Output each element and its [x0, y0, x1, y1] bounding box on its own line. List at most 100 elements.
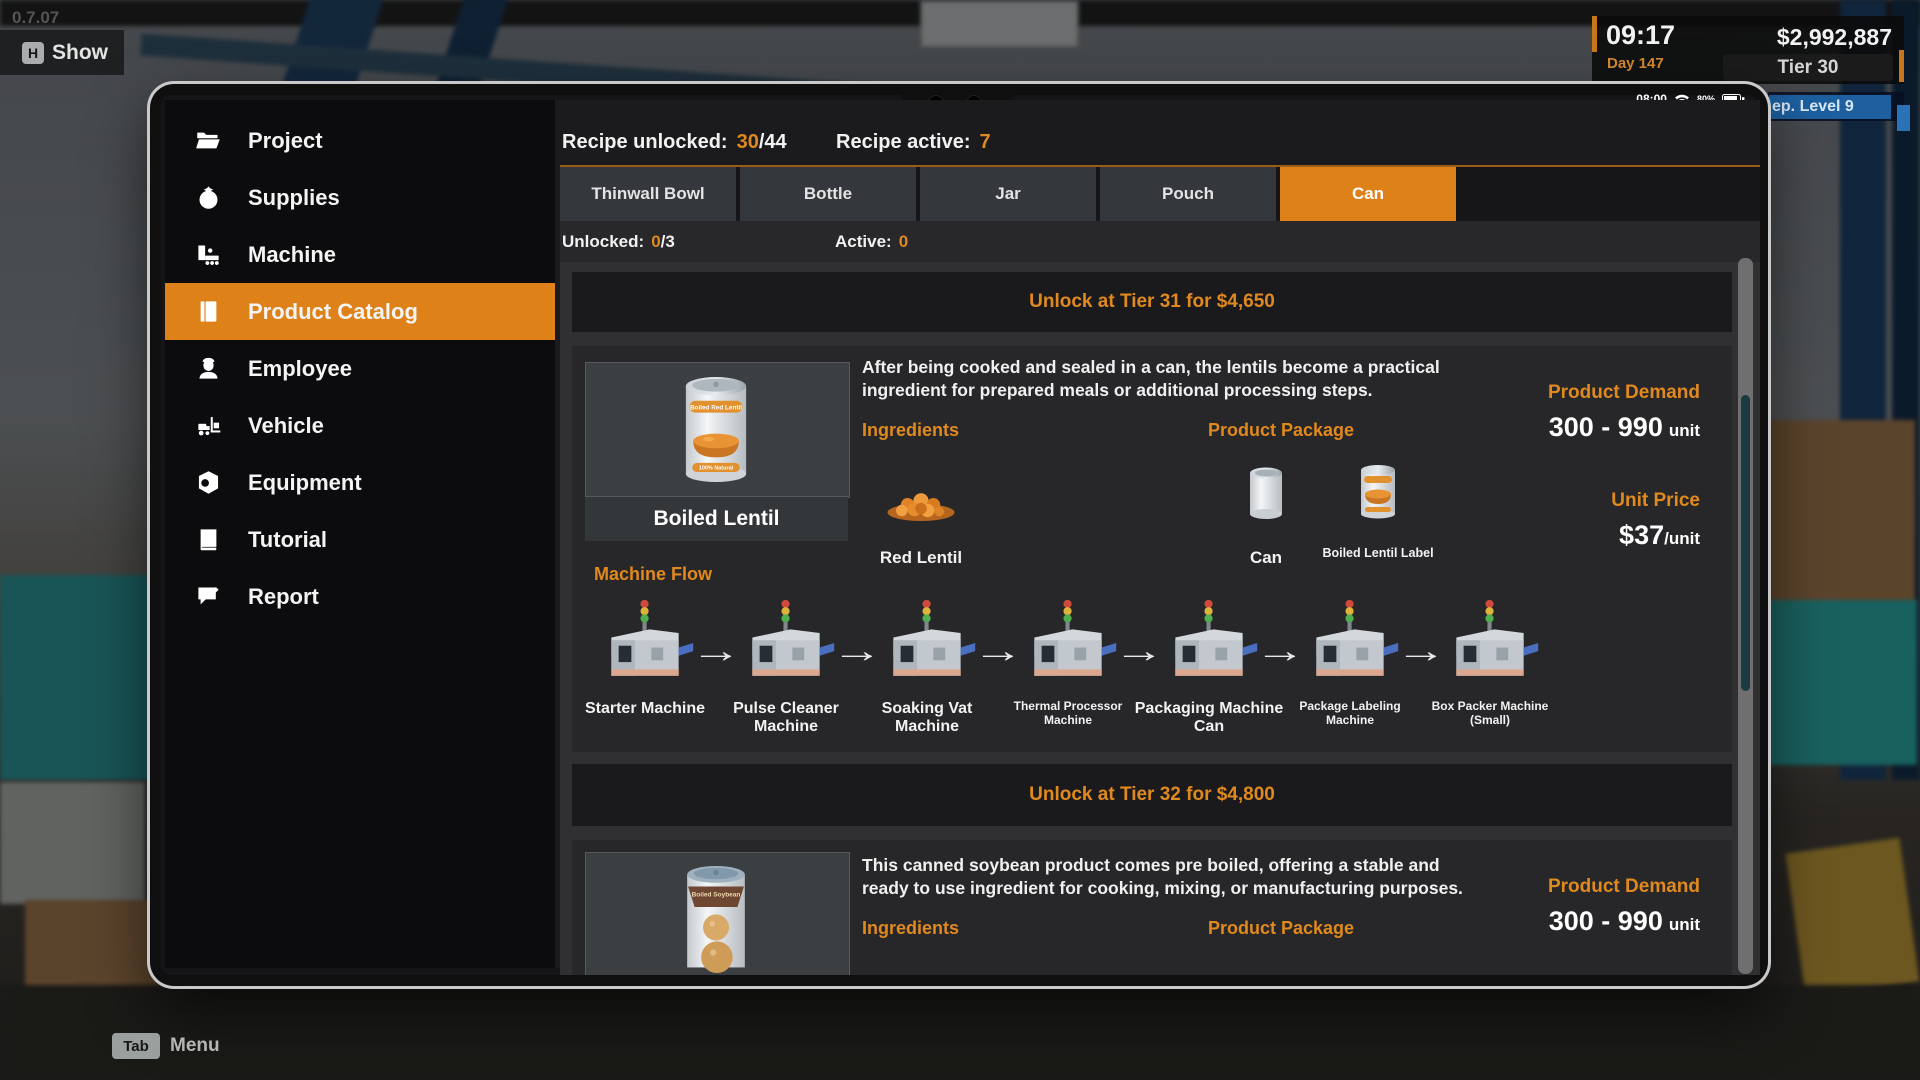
- package-label-label: Boiled Lentil Label: [1308, 546, 1448, 560]
- flow-arrow-icon: →: [973, 632, 1024, 671]
- catalog-book-icon: [195, 298, 222, 325]
- unlocked-total: /3: [661, 232, 675, 252]
- tab-bottle[interactable]: Bottle: [740, 167, 916, 221]
- tab-label: Thinwall Bowl: [591, 184, 704, 204]
- flow-arrow-icon: →: [691, 632, 742, 671]
- product-description: This canned soybean product comes pre bo…: [862, 854, 1472, 900]
- unlocked-value: 0: [651, 232, 660, 252]
- sidebar-item-label: Equipment: [248, 470, 362, 496]
- recipe-card-boiled-soybean: Boiled Soybean This canned soybean produ…: [572, 840, 1732, 975]
- subheader-strip: [560, 221, 1760, 262]
- show-hud-toggle[interactable]: H Show: [0, 30, 124, 75]
- recipe-unlocked-counter: Recipe unlocked: 30 /44: [562, 125, 787, 159]
- tomato-icon: [195, 184, 222, 211]
- price-unit: /unit: [1664, 529, 1700, 549]
- demand-unit: unit: [1669, 915, 1700, 935]
- sidebar-item-label: Machine: [248, 242, 336, 268]
- rep-level-label: ep. Level 9: [1772, 98, 1854, 116]
- sidebar-item-label: Product Catalog: [248, 299, 418, 325]
- tier-badge: Tier 30: [1723, 54, 1893, 81]
- rep-level-badge: ep. Level 9: [1769, 95, 1891, 119]
- game-day: Day 147: [1607, 55, 1664, 72]
- sidebar-item-equipment[interactable]: Equipment: [165, 454, 555, 511]
- scrollbar-thumb[interactable]: [1741, 395, 1750, 691]
- sidebar-item-product-catalog[interactable]: Product Catalog: [165, 283, 555, 340]
- tab-label: Jar: [995, 184, 1021, 204]
- recipe-unlocked-label: Recipe unlocked:: [562, 131, 728, 154]
- menu-label: Menu: [170, 1035, 220, 1057]
- product-name: Boiled Lentil: [585, 496, 848, 541]
- machine-name: Soaking Vat Machine: [852, 700, 1002, 737]
- recipe-active-value: 7: [980, 131, 991, 154]
- tab-thinwall-bowl[interactable]: Thinwall Bowl: [560, 167, 736, 221]
- machine-name: Package Labeling Machine: [1285, 700, 1415, 728]
- starter-machine-icon: [595, 598, 695, 688]
- recipe-active-label: Recipe active:: [836, 131, 971, 154]
- flow-arrow-icon: →: [1255, 632, 1306, 671]
- sidebar-item-label: Project: [248, 128, 323, 154]
- product-name-text: Boiled Lentil: [654, 507, 780, 531]
- product-description: After being cooked and sealed in a can, …: [862, 356, 1462, 402]
- can-label-text: Boiled Red Lentil: [690, 404, 742, 411]
- sidebar-item-label: Supplies: [248, 185, 340, 211]
- hud-accent-right: [1899, 50, 1904, 82]
- show-label: Show: [52, 41, 108, 65]
- sidebar-item-machine[interactable]: Machine: [165, 226, 555, 283]
- crate-gear-icon: [195, 469, 222, 496]
- sidebar-item-vehicle[interactable]: Vehicle: [165, 397, 555, 454]
- forklift-icon: [195, 412, 222, 439]
- can-sublabel-text: 100% Natural: [699, 466, 734, 472]
- price-amount: $37: [1619, 520, 1664, 551]
- can-unlocked-counter: Unlocked: 0 /3: [562, 227, 675, 257]
- unlock-tier32-text: Unlock at Tier 32 for $4,800: [1029, 784, 1275, 806]
- tab-can[interactable]: Can: [1280, 167, 1456, 221]
- flow-arrow-icon: →: [832, 632, 883, 671]
- game-screen: 0.7.07 H Show 09:17 Day 147 $2,992,887 T…: [0, 0, 1920, 1080]
- demand-range: 300 - 990: [1549, 412, 1663, 443]
- machine-icon: [195, 241, 222, 268]
- boiled-lentil-label-icon: [1355, 462, 1401, 520]
- machine-name: Pulse Cleaner Machine: [711, 700, 861, 737]
- pulse-cleaner-machine-icon: [736, 598, 836, 688]
- unlock-tier31-text: Unlock at Tier 31 for $4,650: [1029, 291, 1275, 313]
- version-label: 0.7.07: [12, 8, 59, 28]
- demand-title: Product Demand: [1440, 876, 1700, 898]
- tab-label: Bottle: [804, 184, 852, 204]
- sidebar-item-label: Employee: [248, 356, 352, 382]
- price-value: $37 /unit: [1440, 520, 1700, 551]
- tab-pouch[interactable]: Pouch: [1100, 167, 1276, 221]
- thermal-processor-machine-icon: [1018, 598, 1118, 688]
- box-packer-machine-icon: [1440, 598, 1540, 688]
- tab-strip: Thinwall Bowl Bottle Jar Pouch Can: [560, 167, 1760, 221]
- package-title: Product Package: [1208, 918, 1354, 939]
- unlock-tier32-banner[interactable]: Unlock at Tier 32 for $4,800: [572, 764, 1732, 826]
- game-time: 09:17: [1606, 20, 1675, 51]
- show-keycap: H: [22, 42, 44, 64]
- worker-icon: [195, 355, 222, 382]
- machine-name: Starter Machine: [570, 700, 720, 718]
- package-title: Product Package: [1208, 420, 1354, 441]
- flow-arrow-icon: →: [1396, 632, 1447, 671]
- tab-jar[interactable]: Jar: [920, 167, 1096, 221]
- unlock-tier31-banner[interactable]: Unlock at Tier 31 for $4,650: [572, 272, 1732, 332]
- menu-hint: Tab Menu: [112, 1032, 220, 1060]
- book-icon: [195, 526, 222, 553]
- demand-unit: unit: [1669, 421, 1700, 441]
- rep-badge-nub: [1897, 105, 1910, 131]
- sidebar-item-employee[interactable]: Employee: [165, 340, 555, 397]
- ingredients-title: Ingredients: [862, 918, 959, 939]
- tab-keycap: Tab: [112, 1033, 160, 1059]
- can-active-counter: Active: 0: [835, 227, 908, 257]
- soaking-vat-machine-icon: [877, 598, 977, 688]
- can-package-icon: [1247, 466, 1285, 520]
- recipe-active-counter: Recipe active: 7: [836, 125, 991, 159]
- chat-pencil-icon: [195, 583, 222, 610]
- sidebar-item-supplies[interactable]: Supplies: [165, 169, 555, 226]
- sidebar-item-tutorial[interactable]: Tutorial: [165, 511, 555, 568]
- money: $2,992,887: [1680, 24, 1892, 51]
- sidebar-item-report[interactable]: Report: [165, 568, 555, 625]
- sidebar-item-project[interactable]: Project: [165, 112, 555, 169]
- red-lentil-icon: [882, 476, 960, 522]
- price-title: Unit Price: [1440, 490, 1700, 512]
- recipe-unlocked-total: /44: [759, 131, 787, 154]
